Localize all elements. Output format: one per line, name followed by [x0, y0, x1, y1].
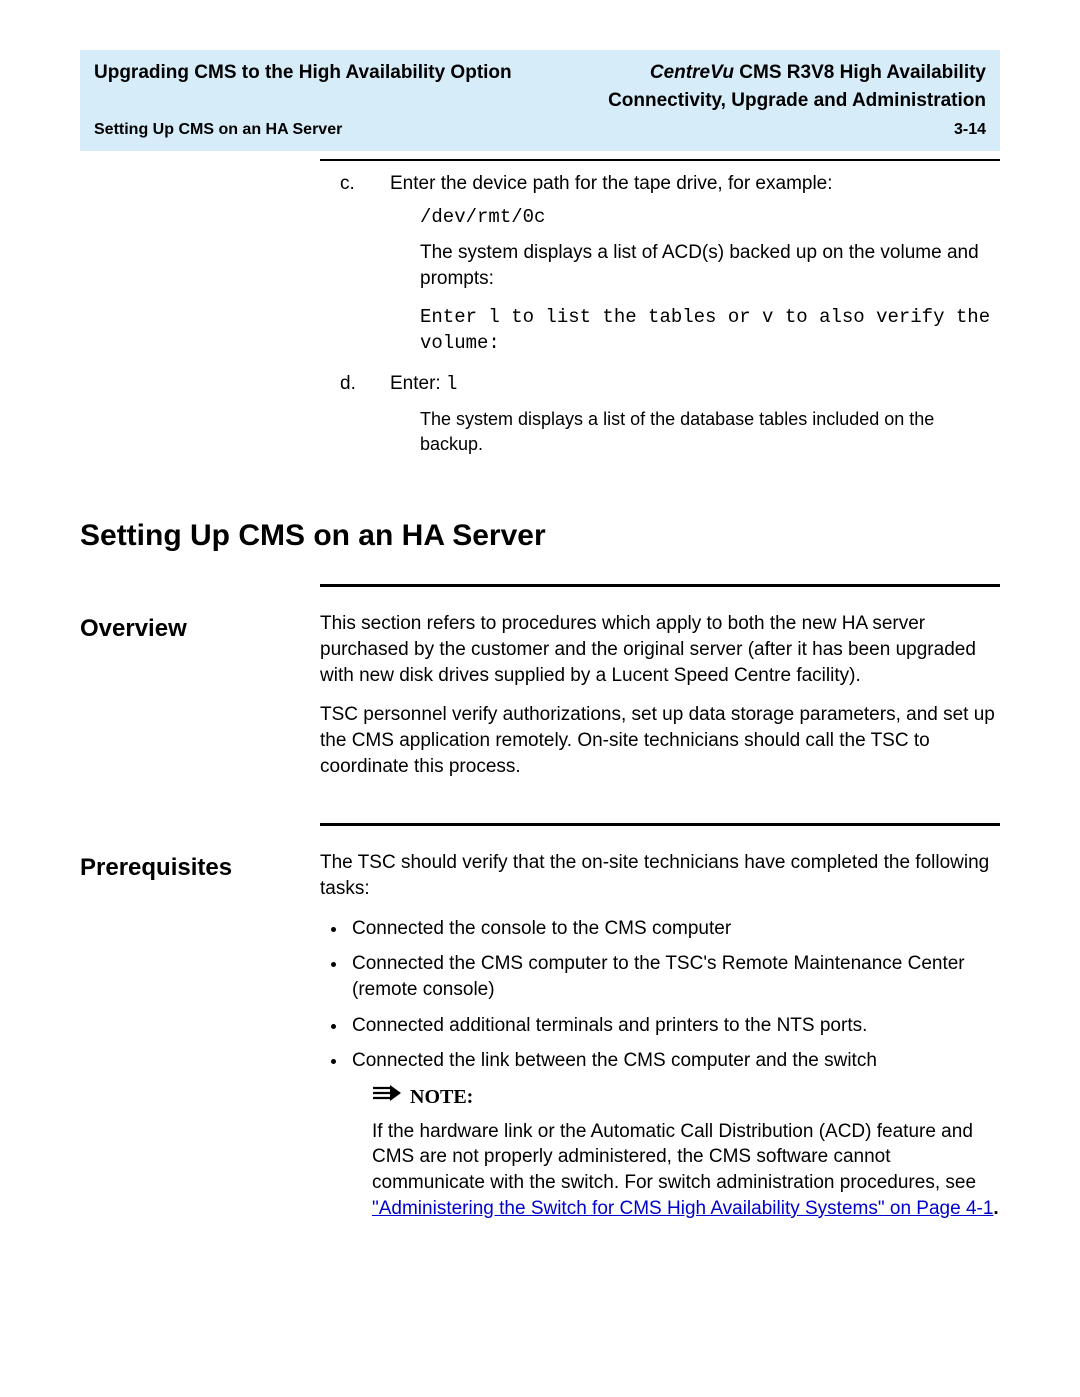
step-letter: d.	[340, 371, 390, 456]
overview-section: Overview This section refers to procedur…	[80, 611, 1000, 793]
horizontal-rule	[320, 584, 1000, 587]
prerequisites-section: Prerequisites The TSC should verify that…	[80, 850, 1000, 1221]
note-block: NOTE: If the hardware link or the Automa…	[372, 1084, 1000, 1222]
step-letter: c.	[340, 171, 390, 357]
overview-p2: TSC personnel verify authorizations, set…	[320, 702, 1000, 779]
list-item: Connected the CMS computer to the TSC's …	[348, 951, 1000, 1002]
overview-heading: Overview	[80, 611, 320, 793]
horizontal-rule	[320, 159, 1000, 161]
prerequisites-heading: Prerequisites	[80, 850, 320, 1221]
header-right-title-italic: CentreVu	[650, 62, 734, 83]
note-text-pre: If the hardware link or the Automatic Ca…	[372, 1121, 976, 1193]
step-c-code: /dev/rmt/0c	[420, 205, 1000, 231]
overview-p1: This section refers to procedures which …	[320, 611, 1000, 688]
header-page-number: 3-14	[954, 119, 986, 141]
step-d: d. Enter: l The system displays a list o…	[80, 371, 1000, 456]
step-d-intro-pre: Enter:	[390, 373, 446, 394]
page-header: Upgrading CMS to the High Availability O…	[80, 50, 1000, 151]
step-d-after: The system displays a list of the databa…	[420, 407, 1000, 456]
header-right-title: CentreVu CMS R3V8 High Availability	[650, 60, 986, 86]
list-item: Connected the link between the CMS compu…	[348, 1048, 1000, 1074]
prerequisites-list: Connected the console to the CMS compute…	[320, 916, 1000, 1074]
note-link[interactable]: "Administering the Switch for CMS High A…	[372, 1198, 993, 1219]
list-item: Connected the console to the CMS compute…	[348, 916, 1000, 942]
step-c-intro: Enter the device path for the tape drive…	[390, 171, 1000, 197]
step-c-prompt: Enter l to list the tables or v to also …	[420, 305, 1000, 356]
header-right-subtitle: Connectivity, Upgrade and Administration	[608, 88, 986, 114]
note-label: NOTE:	[410, 1084, 473, 1111]
prerequisites-intro: The TSC should verify that the on-site t…	[320, 850, 1000, 901]
step-d-intro: Enter: l	[390, 371, 1000, 398]
header-left-title: Upgrading CMS to the High Availability O…	[94, 60, 512, 86]
horizontal-rule	[320, 823, 1000, 826]
note-text: If the hardware link or the Automatic Ca…	[372, 1119, 1000, 1222]
header-left-small: Setting Up CMS on an HA Server	[94, 119, 342, 141]
list-item: Connected additional terminals and print…	[348, 1013, 1000, 1039]
step-c: c. Enter the device path for the tape dr…	[80, 171, 1000, 357]
note-arrow-icon	[372, 1084, 402, 1110]
step-d-intro-code: l	[446, 373, 457, 395]
step-c-after1: The system displays a list of ACD(s) bac…	[420, 240, 1000, 291]
note-text-post: .	[993, 1198, 998, 1219]
section-title: Setting Up CMS on an HA Server	[80, 516, 1000, 557]
header-right-title-rest: CMS R3V8 High Availability	[734, 62, 986, 83]
